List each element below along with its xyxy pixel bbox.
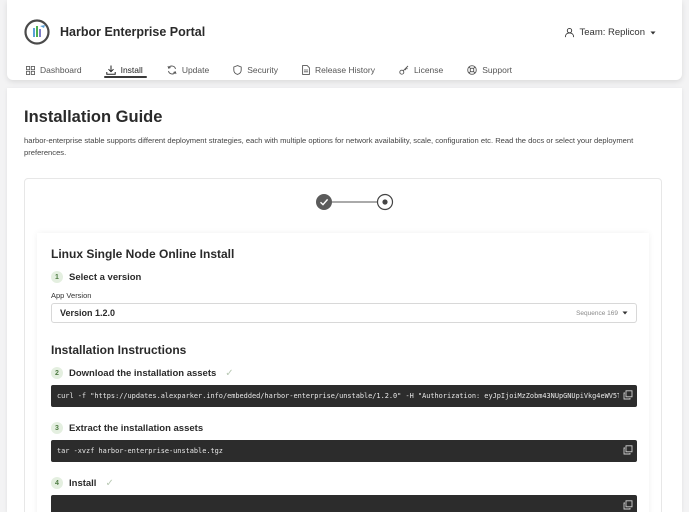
step-number-badge: 3 (51, 422, 63, 434)
tab-label: License (413, 65, 444, 75)
step-title: Download the installation assets (69, 367, 217, 379)
refresh-icon (167, 65, 177, 75)
caret-down-icon (650, 31, 656, 34)
install-panel: Linux Single Node Online Install 1 Selec… (37, 233, 649, 512)
instructions-title: Installation Instructions (51, 343, 187, 357)
page-title: Installation Guide (24, 108, 163, 126)
step-number-badge: 1 (51, 271, 63, 283)
command-text: curl -f "https://updates.alexparker.info… (57, 392, 619, 400)
command-text: tar -xvzf harbor-enterprise-unstable.tgz (57, 447, 223, 455)
tab-label: Dashboard (40, 65, 82, 75)
copy-icon[interactable] (623, 500, 633, 510)
tab-label: Security (247, 65, 278, 75)
check-icon: ✓ (105, 477, 114, 489)
tab-release-history[interactable]: Release History (302, 60, 387, 80)
tab-security[interactable]: Security (233, 60, 290, 80)
document-icon (302, 65, 310, 75)
page-description: harbor-enterprise stable supports differ… (24, 136, 634, 157)
app-title: Harbor Enterprise Portal (60, 25, 206, 39)
app-version-select[interactable]: Version 1.2.0 Sequence 169 (51, 303, 637, 323)
progress-stepper (315, 192, 395, 212)
step-title: Extract the installation assets (69, 422, 204, 434)
team-dropdown[interactable]: Team: Replicon (564, 27, 656, 38)
copy-icon[interactable] (623, 390, 633, 400)
install-card: Linux Single Node Online Install 1 Selec… (24, 178, 662, 512)
harbor-logo[interactable] (24, 19, 50, 45)
app-version-label: App Version (51, 291, 92, 300)
key-icon (399, 65, 409, 75)
extract-command[interactable]: tar -xvzf harbor-enterprise-unstable.tgz (51, 440, 637, 462)
install-command[interactable] (51, 495, 637, 512)
lifebuoy-icon (467, 65, 478, 75)
step-complete-icon (316, 194, 332, 210)
tab-support[interactable]: Support (467, 60, 524, 80)
step-select-version: 1 Select a version (51, 271, 141, 283)
step-number-badge: 4 (51, 477, 63, 489)
tab-label: Release History (314, 65, 375, 75)
tab-dashboard[interactable]: Dashboard (26, 60, 94, 80)
check-icon: ✓ (225, 367, 234, 379)
tab-install[interactable]: Install (103, 60, 155, 80)
team-label: Team: Replicon (579, 27, 645, 38)
user-icon (564, 28, 574, 38)
shield-icon (233, 65, 242, 75)
caret-down-icon (622, 311, 628, 315)
step-title: Install (69, 477, 97, 489)
download-command[interactable]: curl -f "https://updates.alexparker.info… (51, 385, 637, 407)
nav-tabs: Dashboard Install Update Security Releas… (26, 60, 536, 80)
selected-version: Version 1.2.0 (60, 308, 116, 318)
sequence-label: Sequence 169 (576, 309, 618, 317)
tab-label: Update (181, 65, 210, 75)
main-content: Installation Guide harbor-enterprise sta… (7, 88, 682, 512)
step-extract: 3 Extract the installation assets (51, 422, 203, 434)
step-title: Select a version (69, 271, 142, 283)
tab-label: Install (120, 65, 143, 75)
tab-license[interactable]: License (399, 60, 455, 80)
copy-icon[interactable] (623, 445, 633, 455)
step-number-badge: 2 (51, 367, 63, 379)
tab-label: Support (482, 65, 513, 75)
download-icon (105, 65, 116, 75)
step-current-icon (376, 193, 394, 211)
install-method-title: Linux Single Node Online Install (51, 247, 235, 261)
grid-icon (26, 65, 35, 75)
tab-update[interactable]: Update (167, 60, 221, 80)
step-install: 4 Install ✓ (51, 477, 114, 489)
step-download: 2 Download the installation assets ✓ (51, 367, 234, 379)
top-header: Harbor Enterprise Portal Team: Replicon … (7, 0, 682, 80)
